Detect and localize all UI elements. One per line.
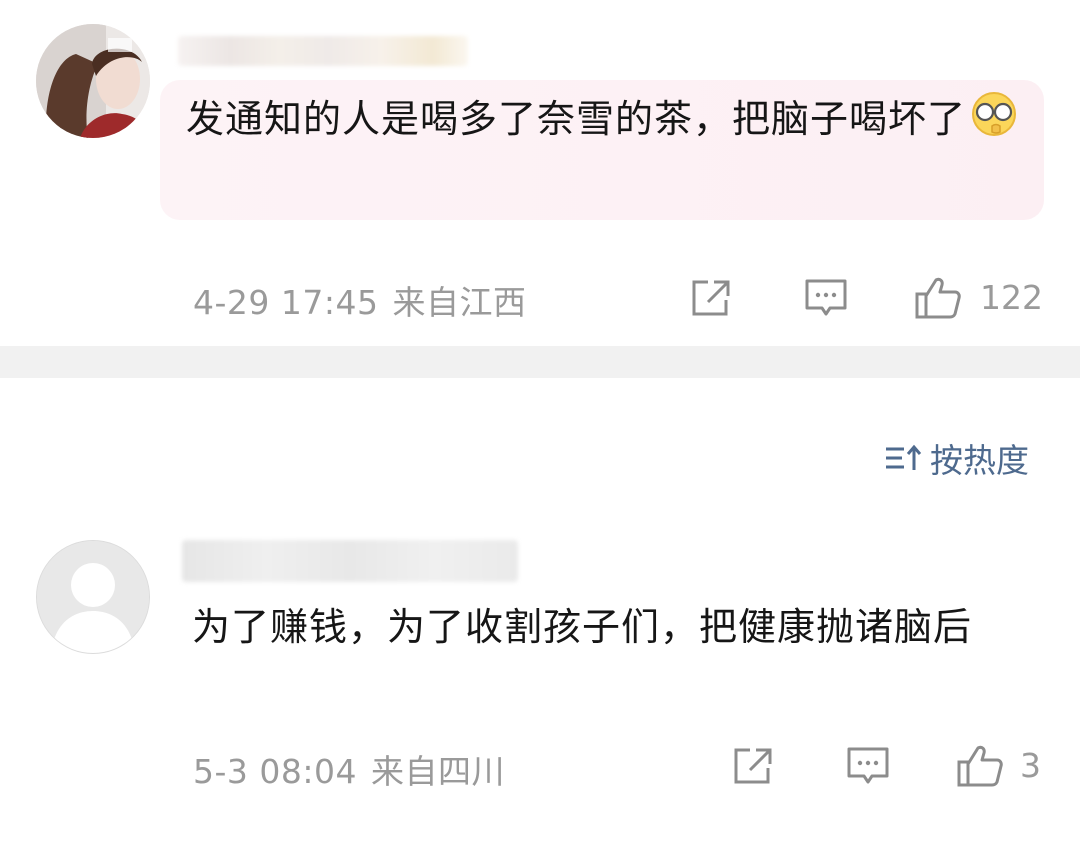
like-count: 3 <box>1020 746 1041 785</box>
thumbs-up-icon[interactable] <box>914 276 962 320</box>
comment-icon[interactable] <box>846 746 890 788</box>
username-blurred[interactable] <box>178 36 468 66</box>
comment-date: 4-29 17:45 <box>193 283 379 322</box>
glasses-face-emoji-icon <box>970 90 1018 156</box>
comment-date: 5-3 08:04 <box>193 752 357 791</box>
avatar[interactable] <box>36 24 150 138</box>
comment-feed: 发通知的人是喝多了奈雪的茶，把脑子喝坏了 4-29 17:45 来自江西 122 <box>0 0 1080 846</box>
share-icon[interactable] <box>732 746 774 786</box>
sort-icon <box>886 444 922 470</box>
sort-label: 按热度 <box>930 441 1029 480</box>
comment-meta: 4-29 17:45 来自江西 <box>193 276 527 324</box>
avatar[interactable] <box>36 540 150 654</box>
comment-meta: 5-3 08:04 来自四川 <box>193 745 505 793</box>
section-divider <box>0 346 1080 378</box>
sort-toggle[interactable]: 按热度 <box>884 436 1029 480</box>
comment-location: 来自四川 <box>371 752 505 791</box>
username-blurred[interactable] <box>182 540 518 582</box>
thumbs-up-icon[interactable] <box>956 744 1004 788</box>
share-icon[interactable] <box>690 278 732 318</box>
comment-icon[interactable] <box>804 278 848 320</box>
like-count: 122 <box>980 278 1043 317</box>
comment-text: 发通知的人是喝多了奈雪的茶，把脑子喝坏了 <box>186 88 1026 156</box>
comment-text: 为了赚钱，为了收割孩子们，把健康抛诸脑后 <box>192 605 973 649</box>
comment-location: 来自江西 <box>392 283 527 322</box>
